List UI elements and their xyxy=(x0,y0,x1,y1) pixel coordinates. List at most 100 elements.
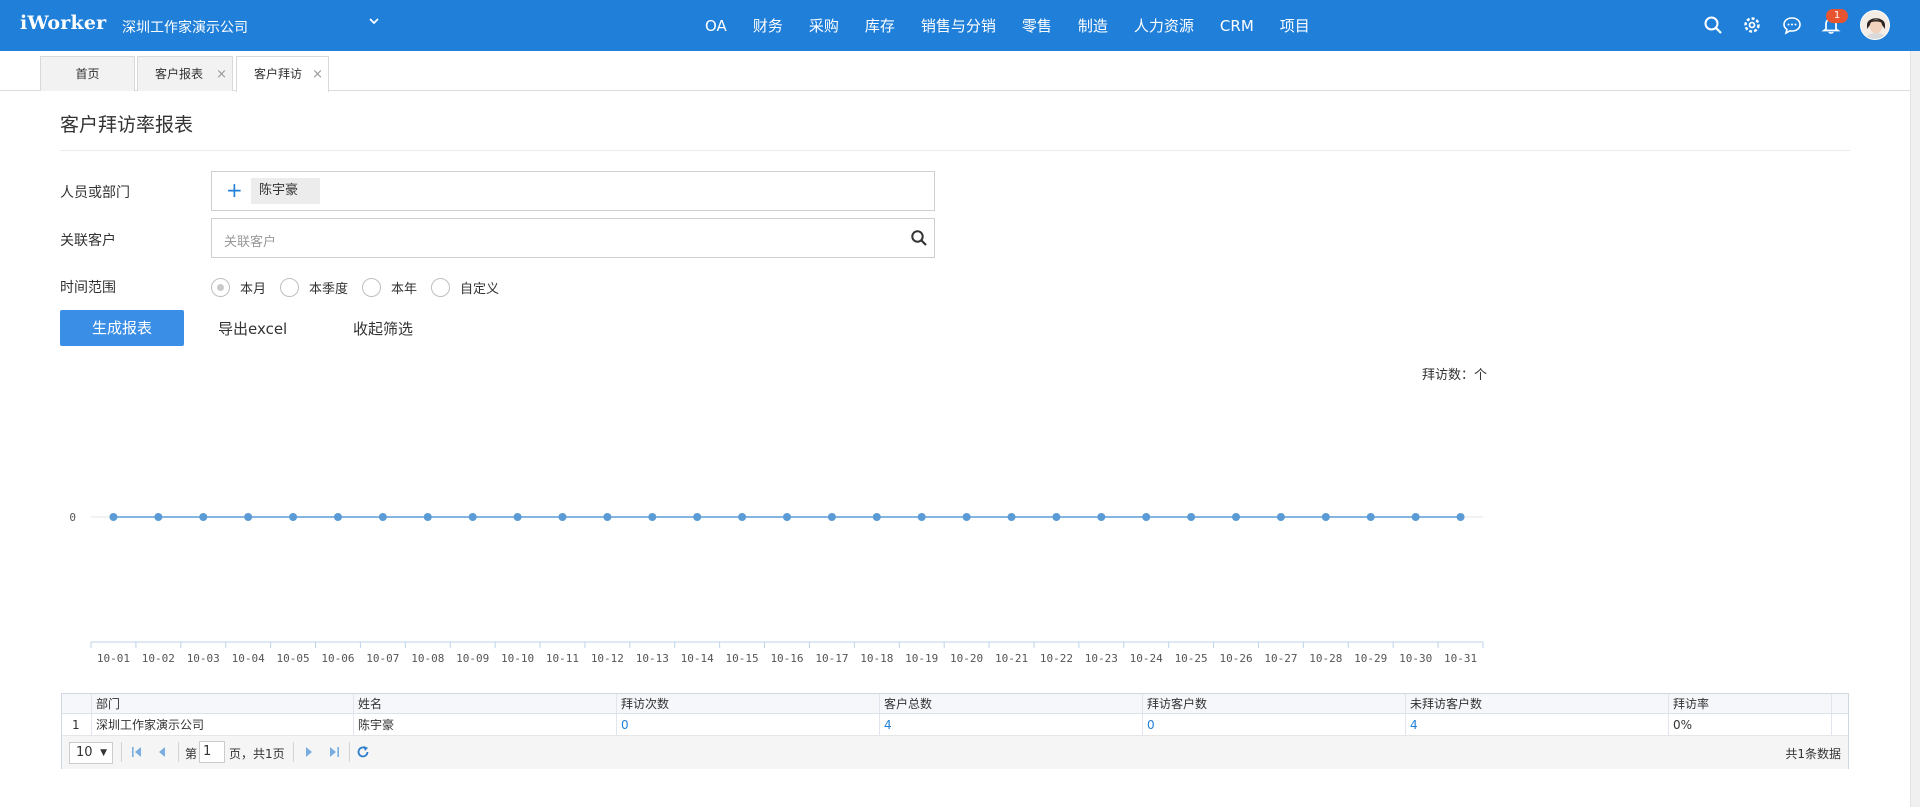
search-icon[interactable] xyxy=(1703,15,1723,35)
x-tick-label: 10-22 xyxy=(1040,652,1073,665)
nav-finance[interactable]: 财务 xyxy=(753,15,783,36)
radio-this-month[interactable]: 本月 xyxy=(211,277,267,297)
page-suffix: 页，共1页 xyxy=(229,747,285,761)
data-point xyxy=(244,513,253,521)
nav-project[interactable]: 项目 xyxy=(1280,15,1310,36)
company-name[interactable]: 深圳工作家演示公司 xyxy=(122,17,248,37)
radio-label: 本月 xyxy=(240,281,267,297)
pager-divider xyxy=(178,742,179,762)
data-point xyxy=(333,513,342,521)
x-tick-label: 10-07 xyxy=(366,652,399,665)
data-point xyxy=(603,513,612,521)
search-icon[interactable] xyxy=(910,229,928,247)
gear-icon[interactable] xyxy=(1742,15,1762,35)
prev-page-icon[interactable] xyxy=(155,745,169,759)
table-cell[interactable]: 4 xyxy=(880,714,1143,735)
app-logo[interactable]: iWorker xyxy=(20,12,106,34)
total-records: 共1条数据 xyxy=(1785,747,1841,761)
table-cell[interactable]: 0 xyxy=(617,714,880,735)
nav-crm[interactable]: CRM xyxy=(1220,17,1254,35)
x-tick-label: 10-20 xyxy=(950,652,983,665)
x-tick-label: 10-31 xyxy=(1444,652,1477,665)
top-navigation-bar: iWorker 深圳工作家演示公司 OA 财务 采购 库存 销售与分销 零售 制… xyxy=(0,0,1920,51)
page-scrollbar[interactable] xyxy=(1910,51,1920,807)
column-header[interactable]: 拜访次数 xyxy=(617,694,880,713)
refresh-icon[interactable] xyxy=(356,745,370,759)
table-cell[interactable]: 0 xyxy=(1143,714,1406,735)
data-point xyxy=(378,513,387,521)
x-tick-label: 10-10 xyxy=(501,652,534,665)
radio-circle[interactable] xyxy=(362,277,382,297)
table-row[interactable]: 1 深圳工作家演示公司 陈宇豪 0 4 0 4 0% xyxy=(62,714,1848,736)
x-tick-label: 10-12 xyxy=(591,652,624,665)
x-tick-label: 10-05 xyxy=(277,652,310,665)
last-page-icon[interactable] xyxy=(327,745,341,759)
tab-home[interactable]: 首页 xyxy=(40,56,135,91)
table-cell: 陈宇豪 xyxy=(354,714,617,735)
tab-customer-visit[interactable]: 客户拜访 × xyxy=(236,56,329,92)
data-point xyxy=(962,513,971,521)
customer-placeholder: 关联客户 xyxy=(224,235,277,250)
company-chevron-down-icon[interactable] xyxy=(368,15,380,31)
table-cell: 0% xyxy=(1669,714,1832,735)
data-point xyxy=(1187,513,1196,521)
data-point xyxy=(199,513,208,521)
nav-sales-distribution[interactable]: 销售与分销 xyxy=(921,15,996,36)
table-cell: 深圳工作家演示公司 xyxy=(92,714,354,735)
visit-line-chart: 0 10-01 10-02 10-03 10-04 10-05 10-06 10-07 10-0… xyxy=(69,511,1484,665)
x-tick-label: 10-11 xyxy=(546,652,579,665)
x-tick-label: 10-14 xyxy=(681,652,714,665)
data-point xyxy=(872,513,881,521)
table-cell[interactable]: 4 xyxy=(1406,714,1669,735)
column-header[interactable]: 未拜访客户数 xyxy=(1406,694,1669,713)
data-point xyxy=(289,513,298,521)
nav-purchase[interactable]: 采购 xyxy=(809,15,839,36)
report-table: 部门 姓名 拜访次数 客户总数 拜访客户数 未拜访客户数 拜访率 1 深圳工作家演示公司 陈宇豪… xyxy=(61,693,1849,769)
data-point xyxy=(1411,513,1420,521)
close-icon[interactable]: × xyxy=(216,57,227,92)
nav-hr[interactable]: 人力资源 xyxy=(1134,15,1194,36)
nav-oa[interactable]: OA xyxy=(705,17,727,35)
first-page-icon[interactable] xyxy=(130,745,144,759)
x-tick-label: 10-15 xyxy=(726,652,759,665)
radio-circle[interactable] xyxy=(431,277,451,297)
column-header[interactable]: 拜访率 xyxy=(1669,694,1832,713)
collapse-filter-button[interactable]: 收起筛选 xyxy=(353,318,413,339)
column-header[interactable]: 拜访客户数 xyxy=(1143,694,1406,713)
column-header[interactable]: 姓名 xyxy=(354,694,617,713)
column-header[interactable]: 客户总数 xyxy=(880,694,1143,713)
data-point xyxy=(109,513,118,521)
nav-inventory[interactable]: 库存 xyxy=(865,15,895,36)
title-divider xyxy=(60,150,1850,151)
radio-this-quarter[interactable]: 本季度 xyxy=(280,277,348,297)
export-excel-button[interactable]: 导出excel xyxy=(218,318,287,339)
x-tick-label: 10-01 xyxy=(97,652,130,665)
data-point xyxy=(1142,513,1151,521)
column-header[interactable]: 部门 xyxy=(92,694,354,713)
radio-circle-checked[interactable] xyxy=(211,277,230,297)
radio-this-year[interactable]: 本年 xyxy=(362,277,417,297)
radio-custom[interactable]: 自定义 xyxy=(431,277,499,297)
x-tick-label: 10-30 xyxy=(1399,652,1432,665)
close-icon[interactable]: × xyxy=(312,57,323,92)
customer-search-field[interactable]: 关联客户 xyxy=(211,218,935,258)
tab-customer-report[interactable]: 客户报表 × xyxy=(137,56,233,91)
time-range-label: 时间范围 xyxy=(60,280,116,296)
time-range-group: 本月 本季度 本年 自定义 xyxy=(211,277,513,297)
nav-retail[interactable]: 零售 xyxy=(1022,15,1052,36)
page-size-select[interactable]: 10 ▼ xyxy=(69,742,113,764)
nav-manufacturing[interactable]: 制造 xyxy=(1078,15,1108,36)
page-number-input[interactable]: 1 xyxy=(199,741,225,763)
person-chip[interactable]: 陈宇豪 xyxy=(251,178,321,204)
x-tick-label: 10-09 xyxy=(456,652,489,665)
x-tick-label: 10-04 xyxy=(232,652,265,665)
next-page-icon[interactable] xyxy=(302,745,316,759)
user-avatar[interactable] xyxy=(1860,10,1890,40)
person-dept-field[interactable]: + 陈宇豪 xyxy=(211,171,935,211)
x-tick-label: 10-18 xyxy=(860,652,893,665)
radio-circle[interactable] xyxy=(280,277,300,297)
generate-report-button[interactable]: 生成报表 xyxy=(60,310,184,346)
data-point xyxy=(154,513,163,521)
chat-icon[interactable] xyxy=(1782,15,1802,35)
add-person-icon[interactable]: + xyxy=(226,180,243,200)
